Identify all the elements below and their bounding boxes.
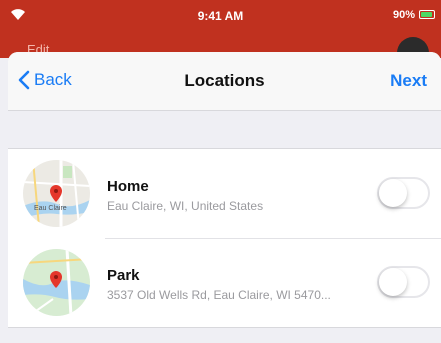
status-time: 9:41 AM — [197, 9, 244, 23]
location-toggle[interactable] — [377, 266, 430, 298]
toggle-knob — [379, 179, 407, 207]
locations-sheet: Back Locations Next Eau Claire Home Eau … — [8, 52, 441, 343]
screen: 9:41 AM 90% Edit Back Locations Next Eau… — [0, 0, 441, 343]
location-name: Home — [107, 178, 149, 195]
locations-list: Eau Claire Home Eau Claire, WI, United S… — [8, 148, 441, 328]
location-row-home[interactable]: Eau Claire Home Eau Claire, WI, United S… — [8, 149, 441, 238]
page-title: Locations — [184, 71, 265, 90]
location-name: Park — [107, 267, 140, 284]
location-address: 3537 Old Wells Rd, Eau Claire, WI 5470..… — [107, 288, 331, 302]
location-map-thumbnail — [23, 249, 90, 316]
next-button[interactable]: Next — [390, 71, 427, 91]
battery-icon — [419, 10, 435, 19]
location-address: Eau Claire, WI, United States — [107, 199, 264, 213]
battery-percentage: 90% — [392, 9, 415, 21]
location-row-park[interactable]: Park 3537 Old Wells Rd, Eau Claire, WI 5… — [8, 238, 441, 327]
location-toggle[interactable] — [377, 177, 430, 209]
map-city-label: Eau Claire — [34, 205, 67, 212]
toggle-knob — [379, 268, 407, 296]
status-bar: 9:41 AM 90% — [0, 0, 441, 58]
navigation-bar: Back Locations Next — [8, 52, 441, 111]
location-map-thumbnail: Eau Claire — [23, 160, 90, 227]
